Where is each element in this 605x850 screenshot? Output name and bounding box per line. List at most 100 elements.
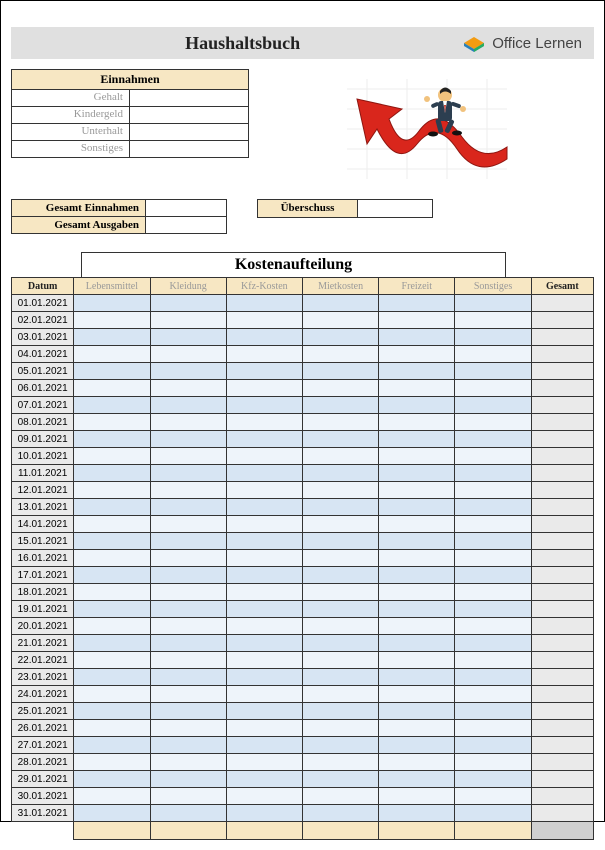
input-cell[interactable] (150, 567, 226, 584)
input-cell[interactable] (379, 363, 455, 380)
input-cell[interactable] (302, 737, 378, 754)
input-cell[interactable] (379, 346, 455, 363)
input-cell[interactable] (226, 703, 302, 720)
input-cell[interactable] (302, 533, 378, 550)
input-cell[interactable] (226, 737, 302, 754)
input-cell[interactable] (379, 686, 455, 703)
input-cell[interactable] (302, 618, 378, 635)
input-cell[interactable] (455, 703, 531, 720)
input-cell[interactable] (150, 737, 226, 754)
input-cell[interactable] (302, 669, 378, 686)
input-cell[interactable] (379, 788, 455, 805)
input-cell[interactable] (74, 652, 150, 669)
input-cell[interactable] (302, 448, 378, 465)
input-cell[interactable] (226, 295, 302, 312)
input-cell[interactable] (379, 414, 455, 431)
input-cell[interactable] (226, 720, 302, 737)
input-cell[interactable] (74, 363, 150, 380)
input-cell[interactable] (74, 720, 150, 737)
input-cell[interactable] (455, 652, 531, 669)
input-cell[interactable] (379, 652, 455, 669)
input-cell[interactable] (74, 431, 150, 448)
input-cell[interactable] (150, 584, 226, 601)
input-cell[interactable] (379, 312, 455, 329)
einnahmen-value[interactable] (130, 124, 248, 140)
input-cell[interactable] (455, 635, 531, 652)
input-cell[interactable] (150, 635, 226, 652)
input-cell[interactable] (74, 550, 150, 567)
input-cell[interactable] (379, 295, 455, 312)
input-cell[interactable] (150, 448, 226, 465)
input-cell[interactable] (302, 584, 378, 601)
input-cell[interactable] (226, 533, 302, 550)
input-cell[interactable] (226, 550, 302, 567)
input-cell[interactable] (74, 567, 150, 584)
input-cell[interactable] (302, 652, 378, 669)
input-cell[interactable] (150, 516, 226, 533)
input-cell[interactable] (455, 465, 531, 482)
input-cell[interactable] (379, 805, 455, 822)
input-cell[interactable] (302, 295, 378, 312)
input-cell[interactable] (226, 448, 302, 465)
input-cell[interactable] (302, 601, 378, 618)
input-cell[interactable] (74, 516, 150, 533)
input-cell[interactable] (150, 363, 226, 380)
input-cell[interactable] (226, 788, 302, 805)
input-cell[interactable] (226, 771, 302, 788)
input-cell[interactable] (455, 329, 531, 346)
gesamt-ausgaben-value[interactable] (146, 217, 226, 233)
input-cell[interactable] (379, 448, 455, 465)
input-cell[interactable] (74, 465, 150, 482)
input-cell[interactable] (379, 669, 455, 686)
input-cell[interactable] (226, 567, 302, 584)
input-cell[interactable] (226, 652, 302, 669)
input-cell[interactable] (150, 601, 226, 618)
input-cell[interactable] (74, 584, 150, 601)
ueberschuss-value[interactable] (358, 200, 432, 217)
input-cell[interactable] (379, 635, 455, 652)
input-cell[interactable] (150, 482, 226, 499)
input-cell[interactable] (379, 550, 455, 567)
input-cell[interactable] (455, 431, 531, 448)
input-cell[interactable] (226, 363, 302, 380)
input-cell[interactable] (150, 431, 226, 448)
input-cell[interactable] (226, 414, 302, 431)
input-cell[interactable] (455, 771, 531, 788)
input-cell[interactable] (226, 431, 302, 448)
input-cell[interactable] (455, 448, 531, 465)
input-cell[interactable] (74, 771, 150, 788)
input-cell[interactable] (302, 499, 378, 516)
input-cell[interactable] (150, 550, 226, 567)
einnahmen-value[interactable] (130, 141, 248, 157)
input-cell[interactable] (455, 516, 531, 533)
input-cell[interactable] (455, 397, 531, 414)
input-cell[interactable] (226, 312, 302, 329)
einnahmen-value[interactable] (130, 107, 248, 123)
input-cell[interactable] (226, 516, 302, 533)
input-cell[interactable] (455, 346, 531, 363)
input-cell[interactable] (455, 533, 531, 550)
input-cell[interactable] (150, 686, 226, 703)
input-cell[interactable] (74, 482, 150, 499)
input-cell[interactable] (150, 295, 226, 312)
input-cell[interactable] (379, 703, 455, 720)
input-cell[interactable] (226, 380, 302, 397)
input-cell[interactable] (150, 618, 226, 635)
input-cell[interactable] (302, 635, 378, 652)
input-cell[interactable] (379, 533, 455, 550)
input-cell[interactable] (226, 584, 302, 601)
input-cell[interactable] (74, 635, 150, 652)
input-cell[interactable] (379, 618, 455, 635)
input-cell[interactable] (302, 397, 378, 414)
input-cell[interactable] (379, 601, 455, 618)
input-cell[interactable] (302, 703, 378, 720)
input-cell[interactable] (379, 380, 455, 397)
input-cell[interactable] (455, 363, 531, 380)
input-cell[interactable] (455, 601, 531, 618)
input-cell[interactable] (74, 448, 150, 465)
input-cell[interactable] (455, 720, 531, 737)
einnahmen-value[interactable] (130, 90, 248, 106)
input-cell[interactable] (226, 601, 302, 618)
input-cell[interactable] (379, 482, 455, 499)
gesamt-einnahmen-value[interactable] (146, 200, 226, 216)
